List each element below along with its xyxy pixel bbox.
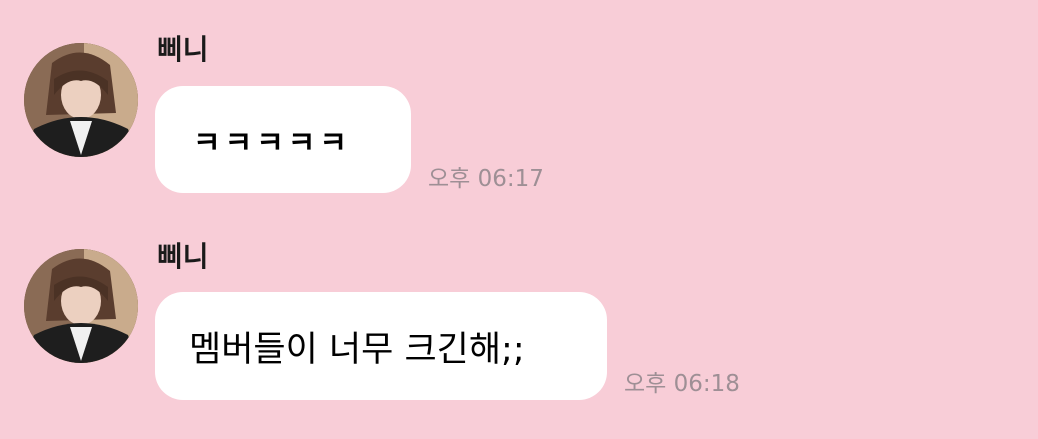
chat-message: 삐니 ㅋㅋㅋㅋㅋ 오후 06:17	[0, 0, 1038, 200]
avatar[interactable]	[24, 249, 138, 363]
profile-photo-icon	[24, 43, 138, 157]
message-time: 오후 06:18	[624, 371, 740, 397]
message-bubble[interactable]: ㅋㅋㅋㅋㅋ	[155, 86, 411, 193]
sender-name: 삐니	[157, 240, 209, 273]
profile-photo-icon	[24, 249, 138, 363]
message-text: ㅋㅋㅋㅋㅋ	[193, 125, 351, 161]
message-bubble[interactable]: 멤버들이 너무 크긴해;;	[155, 292, 607, 400]
sender-name: 삐니	[157, 33, 209, 66]
avatar[interactable]	[24, 43, 138, 157]
message-time: 오후 06:17	[428, 166, 544, 192]
chat-message: 삐니 멤버들이 너무 크긴해;; 오후 06:18	[0, 206, 1038, 406]
message-text: 멤버들이 너무 크긴해;;	[189, 329, 525, 370]
